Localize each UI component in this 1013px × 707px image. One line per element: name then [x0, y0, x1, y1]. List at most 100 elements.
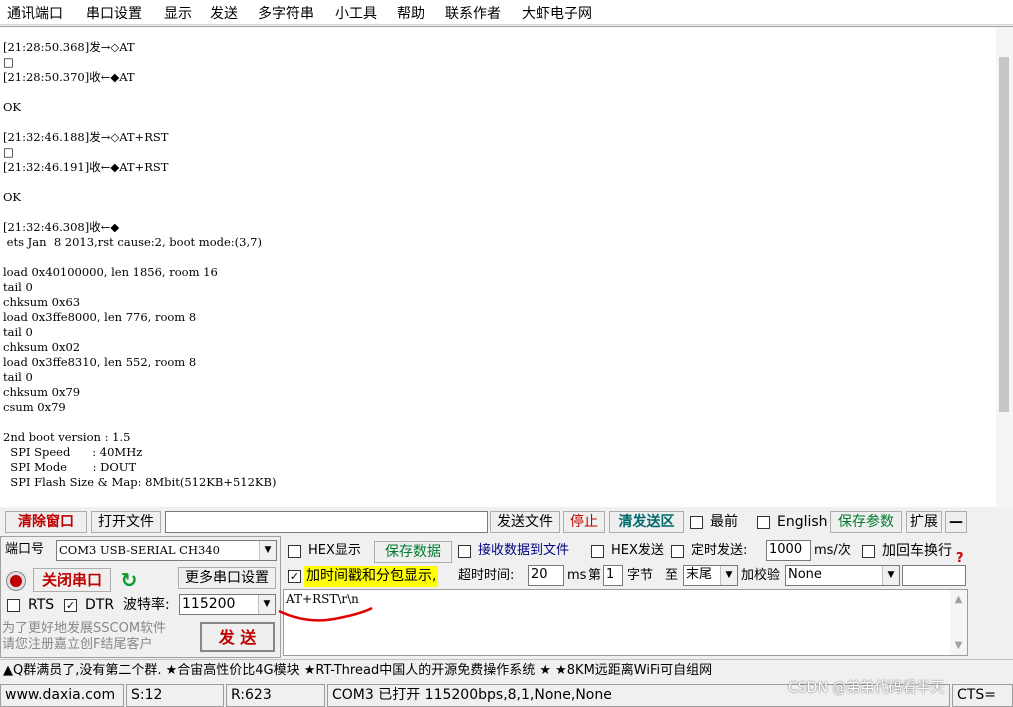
port-select-value: COM3 USB-SERIAL CH340 — [59, 543, 220, 557]
hex-send-label: HEX发送 — [611, 543, 664, 558]
topmost-checkbox[interactable] — [690, 516, 703, 529]
log-line: [21:32:46.308]收←◆ — [3, 220, 120, 234]
menu-bar: 通讯端口 串口设置 显示 发送 多字符串 小工具 帮助 联系作者 大虾电子网 — [0, 0, 1013, 25]
checksum-extra-field[interactable] — [902, 565, 966, 586]
status-cts: CTS= — [952, 684, 1013, 707]
menu-display[interactable]: 显示 — [164, 3, 192, 23]
more-serial-settings-button[interactable]: 更多串口设置 — [178, 567, 276, 589]
rts-label: RTS — [28, 597, 55, 613]
log-line: [21:28:50.370]收←◆AT — [3, 70, 135, 84]
scroll-down-icon[interactable]: ▼ — [950, 640, 967, 651]
menu-multi-string[interactable]: 多字符串 — [258, 3, 314, 23]
log-line: 2nd boot version : 1.5 — [3, 430, 131, 444]
baud-rate-select[interactable]: 115200 ▼ — [179, 594, 276, 615]
menu-contact[interactable]: 联系作者 — [445, 3, 501, 23]
red-underline-annotation — [278, 606, 373, 622]
recv-to-file-checkbox[interactable] — [458, 545, 471, 558]
english-checkbox[interactable] — [757, 516, 770, 529]
receive-log-area[interactable]: [21:28:50.368]发→◇AT □ [21:28:50.370]收←◆AT … — [0, 26, 1013, 508]
file-path-input[interactable] — [165, 511, 488, 533]
timed-send-label: 定时发送: — [691, 543, 748, 558]
log-line: □ — [3, 55, 14, 69]
port-open-indicator-icon — [7, 572, 25, 590]
send-button[interactable]: 发 送 — [200, 622, 275, 652]
log-scrollbar-thumb[interactable] — [999, 57, 1009, 412]
close-port-button[interactable]: 关闭串口 — [33, 568, 111, 592]
timed-send-checkbox[interactable] — [671, 545, 684, 558]
append-crlf-checkbox[interactable] — [862, 545, 875, 558]
save-params-button[interactable]: 保存参数 — [830, 511, 902, 533]
to-label: 至 — [665, 568, 679, 583]
send-file-button[interactable]: 发送文件 — [490, 511, 560, 533]
checksum-select[interactable]: None ▼ — [785, 565, 900, 586]
watermark: CSDN @弟弟代码看半天 — [788, 680, 945, 696]
send-scrollbar[interactable]: ▲ ▼ — [950, 590, 967, 655]
chevron-down-icon: ▼ — [720, 566, 737, 585]
hex-display-checkbox[interactable] — [288, 545, 301, 558]
promo-line-2: 请您注册嘉立创F结尾客户 — [2, 637, 153, 652]
menu-daxia-site[interactable]: 大虾电子网 — [522, 3, 592, 23]
checksum-label: 加校验 — [741, 568, 781, 583]
menu-comm-port[interactable]: 通讯端口 — [7, 3, 63, 23]
log-line: SPI Flash Size & Map: 8Mbit(512KB+512KB) — [3, 475, 277, 489]
status-site[interactable]: www.daxia.com — [0, 684, 124, 707]
append-crlf-label: 加回车换行 — [882, 543, 952, 559]
log-line: csum 0x79 — [3, 400, 66, 414]
log-line: [21:32:46.191]收←◆AT+RST — [3, 160, 169, 174]
scroll-up-icon[interactable]: ▲ — [950, 594, 967, 605]
timeout-input[interactable]: 20 — [528, 565, 564, 586]
log-line: chksum 0x79 — [3, 385, 81, 399]
chevron-down-icon: ▼ — [259, 541, 276, 560]
menu-tools[interactable]: 小工具 — [335, 3, 377, 23]
status-sent-count: S:12 — [126, 684, 224, 707]
port-label: 端口号 — [5, 542, 45, 557]
end-position-value: 末尾 — [686, 567, 713, 582]
log-line: tail 0 — [3, 370, 33, 384]
log-line: OK — [3, 100, 22, 114]
log-line: load 0x40100000, len 1856, room 16 — [3, 265, 218, 279]
end-position-select[interactable]: 末尾 ▼ — [683, 565, 738, 586]
english-label: English — [777, 514, 828, 530]
dtr-checkbox[interactable]: ✓ — [64, 599, 77, 612]
recv-to-file-label[interactable]: 接收数据到文件 — [478, 542, 569, 560]
clear-send-button[interactable]: 清发送区 — [609, 511, 684, 533]
timestamp-label: 加时间戳和分包显示, — [304, 566, 439, 587]
chevron-down-icon: ▼ — [882, 566, 899, 585]
open-file-button[interactable]: 打开文件 — [91, 511, 161, 533]
send-text-area[interactable]: AT+RST\r\n ▲ ▼ — [283, 589, 968, 656]
help-question-icon[interactable]: ? — [956, 550, 964, 568]
baud-label: 波特率: — [123, 597, 170, 613]
stop-button[interactable]: 停止 — [563, 511, 605, 533]
menu-serial-settings[interactable]: 串口设置 — [86, 3, 142, 23]
byte-nth-label: 第 — [588, 568, 602, 583]
byte-unit-label: 字节 — [627, 568, 654, 583]
interval-input[interactable]: 1000 — [766, 540, 811, 561]
log-line: SPI Mode : DOUT — [3, 460, 137, 474]
hex-send-checkbox[interactable] — [591, 545, 604, 558]
byte-index-input[interactable]: 1 — [603, 565, 623, 586]
menu-send[interactable]: 发送 — [210, 3, 238, 23]
log-line: chksum 0x63 — [3, 295, 81, 309]
log-line: ets Jan 8 2013,rst cause:2, boot mode:(3… — [3, 235, 262, 249]
status-received-count: R:623 — [226, 684, 325, 707]
log-line: [21:32:46.188]发→◇AT+RST — [3, 130, 169, 144]
timestamp-checkbox[interactable]: ✓ — [288, 570, 301, 583]
collapse-button[interactable]: — — [945, 511, 967, 533]
timeout-label: 超时时间: — [458, 568, 515, 583]
expand-button[interactable]: 扩展 — [906, 511, 942, 533]
rts-checkbox[interactable] — [7, 599, 20, 612]
interval-unit-label: ms/次 — [814, 543, 851, 558]
refresh-icon[interactable]: ↻ — [117, 568, 141, 592]
log-scrollbar[interactable] — [996, 27, 1013, 508]
log-line: chksum 0x02 — [3, 340, 81, 354]
save-data-button[interactable]: 保存数据 — [374, 541, 452, 563]
menu-help[interactable]: 帮助 — [397, 3, 425, 23]
log-line: □ — [3, 145, 14, 159]
log-line: tail 0 — [3, 280, 33, 294]
clear-window-button[interactable]: 清除窗口 — [5, 511, 87, 533]
log-line: OK — [3, 190, 22, 204]
port-select[interactable]: COM3 USB-SERIAL CH340 ▼ — [56, 540, 277, 561]
